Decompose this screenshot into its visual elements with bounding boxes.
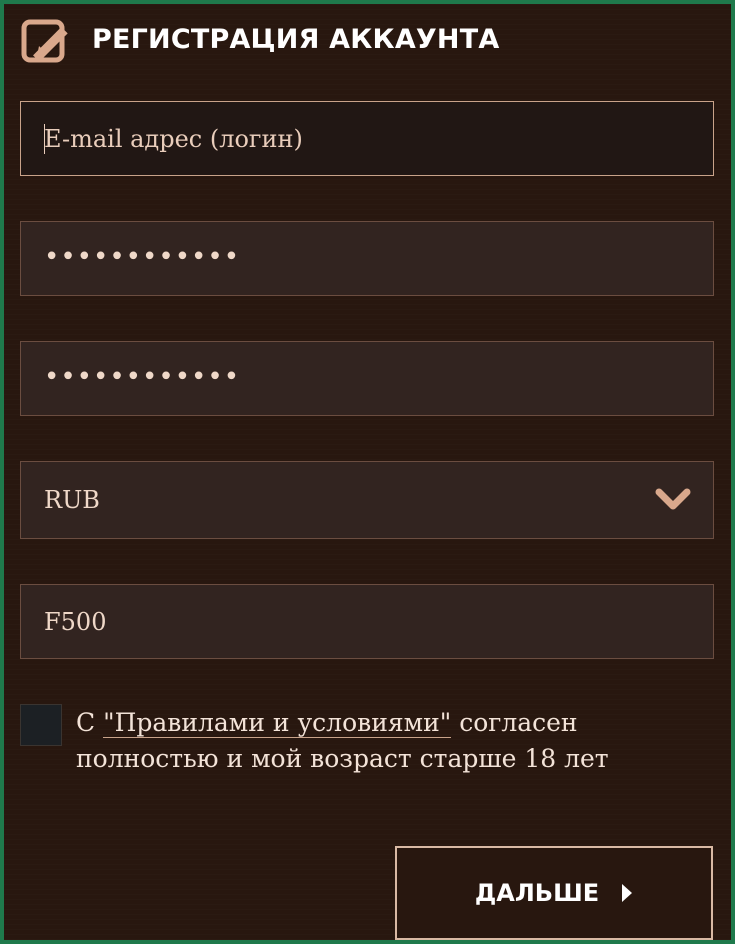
chevron-down-icon[interactable] [655, 486, 691, 514]
next-button[interactable]: ДАЛЬШЕ [395, 846, 713, 940]
promo-code-value: F500 [44, 607, 107, 636]
password-confirm-value: •••••••••••• [44, 361, 241, 392]
email-field[interactable]: E-mail адрес (логин) [20, 101, 714, 176]
email-placeholder: E-mail адрес (логин) [44, 124, 303, 153]
password-field[interactable]: •••••••••••• [20, 221, 714, 296]
currency-select[interactable]: RUB [20, 461, 714, 539]
caret-right-icon [622, 884, 633, 902]
terms-link[interactable]: "Правилами и условиями" [103, 708, 452, 738]
agreement-checkbox[interactable] [20, 704, 62, 746]
registration-panel: РЕГИСТРАЦИЯ АККАУНТА E-mail адрес (логин… [0, 0, 735, 944]
page-title: РЕГИСТРАЦИЯ АККАУНТА [92, 24, 500, 55]
password-value: •••••••••••• [44, 241, 241, 272]
next-button-label: ДАЛЬШЕ [474, 879, 600, 907]
promo-code-field[interactable]: F500 [20, 584, 714, 659]
panel-header: РЕГИСТРАЦИЯ АККАУНТА [20, 14, 499, 66]
password-confirm-field[interactable]: •••••••••••• [20, 341, 714, 416]
currency-value: RUB [44, 486, 100, 514]
agreement-prefix: С [76, 708, 104, 737]
agreement-text: С "Правилами и условиями" согласен полно… [76, 705, 696, 777]
edit-icon [20, 14, 76, 66]
